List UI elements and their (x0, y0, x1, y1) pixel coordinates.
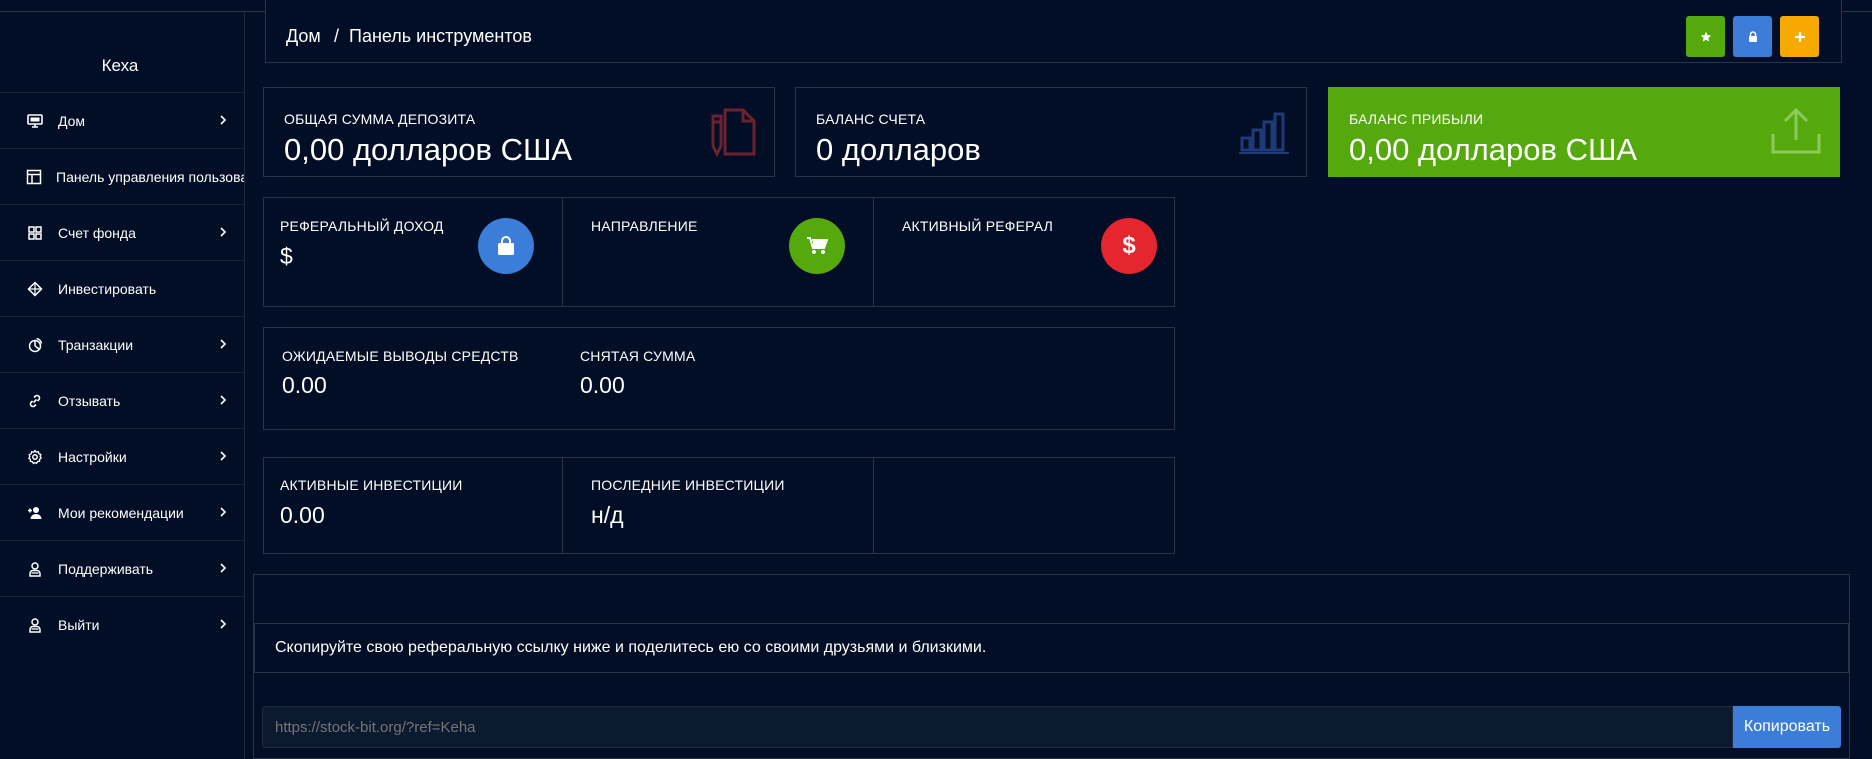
grid-icon (26, 224, 44, 242)
withdrawn-amount-value: 0.00 (580, 372, 625, 398)
shopping-bag-icon (478, 218, 534, 274)
sidebar-item-label: Выйти (58, 616, 100, 633)
chevron-right-icon (220, 115, 227, 125)
chevron-right-icon (220, 619, 227, 629)
page-title: Панель инструментов (349, 26, 532, 46)
chevron-right-icon (220, 451, 227, 461)
chevron-right-icon (220, 339, 227, 349)
profit-balance-value: 0,00 долларов США (1349, 132, 1638, 167)
copy-button[interactable]: Копировать (1733, 706, 1841, 748)
referral-link-message-box: Скопируйте свою реферальную ссылку ниже … (254, 623, 1849, 673)
lock-icon (1748, 30, 1757, 42)
sidebar-item-transactions[interactable]: Транзакции (0, 316, 244, 372)
referral-income-label: РЕФЕРАЛЬНЫЙ ДОХОД (280, 218, 444, 234)
star-icon (1700, 31, 1711, 41)
account-balance-card: БАЛАНС СЧЕТА 0 долларов (795, 87, 1307, 177)
pending-withdrawals-value: 0.00 (282, 372, 327, 398)
active-investments-label: АКТИВНЫЕ ИНВЕСТИЦИИ (280, 477, 463, 493)
cart-icon (789, 218, 845, 274)
sidebar-item-label: Настройки (58, 448, 127, 465)
layout-icon (26, 168, 42, 186)
sidebar-item-home[interactable]: Дом (0, 92, 244, 148)
withdrawn-amount-label: СНЯТАЯ СУММА (580, 348, 696, 364)
account-balance-label: БАЛАНС СЧЕТА (816, 111, 926, 127)
bar-chart-icon (1239, 112, 1289, 154)
chevron-right-icon (220, 227, 227, 237)
sidebar-item-invest[interactable]: Инвестировать (0, 260, 244, 316)
document-edit-icon (711, 108, 756, 158)
breadcrumb-home-link[interactable]: Дом (286, 26, 321, 47)
user-plus-icon (26, 504, 44, 522)
account-balance-value: 0 долларов (816, 132, 981, 167)
referral-link-input[interactable] (262, 706, 1733, 748)
sidebar-item-label: Транзакции (58, 336, 134, 353)
sidebar-item-support[interactable]: Поддерживать (0, 540, 244, 596)
sidebar-item-label: Дом (58, 112, 86, 129)
sidebar-nav: Дом Панель управления пользователя Счет … (0, 92, 244, 652)
active-investments-value: 0.00 (280, 502, 325, 528)
breadcrumb: Дом / Панель инструментов (265, 0, 1842, 63)
sidebar-item-label: Счет фонда (58, 224, 136, 241)
sidebar-item-label: Поддерживать (58, 560, 154, 577)
gear-icon (26, 448, 44, 466)
lock-button[interactable] (1733, 16, 1772, 57)
last-investments-label: ПОСЛЕДНИЕ ИНВЕСТИЦИИ (591, 477, 785, 493)
withdrawals-card: ОЖИДАЕМЫЕ ВЫВОДЫ СРЕДСТВ 0.00 СНЯТАЯ СУМ… (263, 327, 1175, 430)
chevron-right-icon (220, 507, 227, 517)
diamond-icon (26, 280, 44, 298)
dollar-icon: $ (1101, 218, 1157, 274)
link-icon (26, 392, 44, 410)
sidebar-item-settings[interactable]: Настройки (0, 428, 244, 484)
divider (562, 458, 563, 553)
sidebar-item-fund-account[interactable]: Счет фонда (0, 204, 244, 260)
referral-income-value: $ (280, 243, 293, 269)
sidebar-item-label: Инвестировать (58, 280, 157, 297)
direction-label: НАПРАВЛЕНИЕ (591, 218, 698, 234)
sidebar-item-user-panel[interactable]: Панель управления пользователя (0, 148, 244, 204)
sidebar-item-label: Панель управления пользователя (56, 168, 244, 185)
add-button[interactable] (1780, 16, 1819, 57)
plus-icon (1794, 31, 1805, 42)
monitor-icon (26, 112, 44, 130)
sidebar-item-label: Отзывать (58, 392, 121, 409)
investments-card: АКТИВНЫЕ ИНВЕСТИЦИИ 0.00 ПОСЛЕДНИЕ ИНВЕС… (263, 457, 1175, 554)
referral-stats-card: РЕФЕРАЛЬНЫЙ ДОХОД $ НАПРАВЛЕНИЕ АКТИВНЫЙ… (263, 197, 1175, 307)
breadcrumb-separator: / (334, 26, 340, 46)
sidebar-user-name: Кеха (101, 56, 139, 75)
logout-icon (26, 616, 44, 634)
upload-icon (1771, 107, 1821, 154)
active-referral-label: АКТИВНЫЙ РЕФЕРАЛ (902, 218, 1053, 234)
chart-pie-icon (26, 336, 44, 354)
last-investments-value: н/д (591, 502, 624, 528)
favorite-button[interactable] (1686, 16, 1725, 57)
deposit-total-label: ОБЩАЯ СУММА ДЕПОЗИТА (284, 111, 476, 127)
sidebar-item-withdraw[interactable]: Отзывать (0, 372, 244, 428)
sidebar-item-logout[interactable]: Выйти (0, 596, 244, 652)
chevron-right-icon (220, 563, 227, 573)
pending-withdrawals-label: ОЖИДАЕМЫЕ ВЫВОДЫ СРЕДСТВ (282, 348, 519, 364)
chevron-right-icon (220, 395, 227, 405)
sidebar: Кеха Дом Панель управления пользователя … (0, 12, 245, 759)
deposit-total-card: ОБЩАЯ СУММА ДЕПОЗИТА 0,00 долларов США (263, 87, 775, 177)
referral-link-message: Скопируйте свою реферальную ссылку ниже … (275, 639, 987, 656)
sidebar-item-referrals[interactable]: Мои рекомендации (0, 484, 244, 540)
deposit-total-value: 0,00 долларов США (284, 132, 573, 167)
sidebar-item-label: Мои рекомендации (58, 504, 184, 521)
divider (873, 198, 874, 306)
divider (873, 458, 874, 553)
profit-balance-label: БАЛАНС ПРИБЫЛИ (1349, 111, 1484, 127)
headset-icon (26, 560, 44, 578)
profit-balance-card: БАЛАНС ПРИБЫЛИ 0,00 долларов США (1328, 87, 1840, 177)
divider (562, 198, 563, 306)
